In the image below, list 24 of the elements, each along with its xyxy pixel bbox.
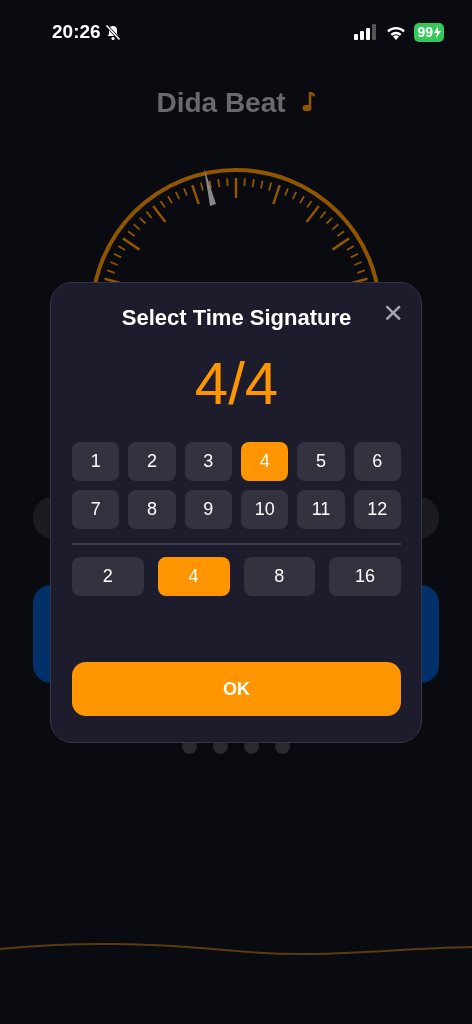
option-button[interactable]: 7 bbox=[72, 490, 120, 529]
option-button[interactable]: 2 bbox=[128, 442, 176, 481]
option-button[interactable]: 3 bbox=[184, 442, 232, 481]
close-button[interactable]: × bbox=[383, 295, 403, 329]
option-button[interactable]: 5 bbox=[297, 442, 345, 481]
option-button[interactable]: 6 bbox=[353, 442, 401, 481]
option-button[interactable]: 2 bbox=[72, 557, 144, 596]
dialog-title: Select Time Signature bbox=[121, 305, 352, 330]
option-button[interactable]: 9 bbox=[184, 490, 232, 529]
battery-level: 99 bbox=[417, 22, 433, 42]
option-button[interactable]: 8 bbox=[128, 490, 176, 529]
signal-icon bbox=[354, 24, 379, 40]
clock-time: 20:26 bbox=[52, 19, 101, 44]
wifi-icon bbox=[386, 24, 407, 40]
bolt-icon bbox=[434, 26, 441, 38]
bell-off-icon bbox=[104, 23, 121, 41]
option-button[interactable]: 16 bbox=[329, 557, 401, 596]
option-button[interactable]: 1 bbox=[72, 442, 120, 481]
option-button[interactable]: 10 bbox=[241, 490, 289, 529]
time-signature-value: 4/4 bbox=[194, 350, 279, 417]
option-button[interactable]: 11 bbox=[297, 490, 345, 529]
app-title: Dida Beat bbox=[156, 86, 286, 120]
option-button[interactable]: 8 bbox=[243, 557, 316, 596]
option-button[interactable]: 12 bbox=[353, 490, 401, 529]
